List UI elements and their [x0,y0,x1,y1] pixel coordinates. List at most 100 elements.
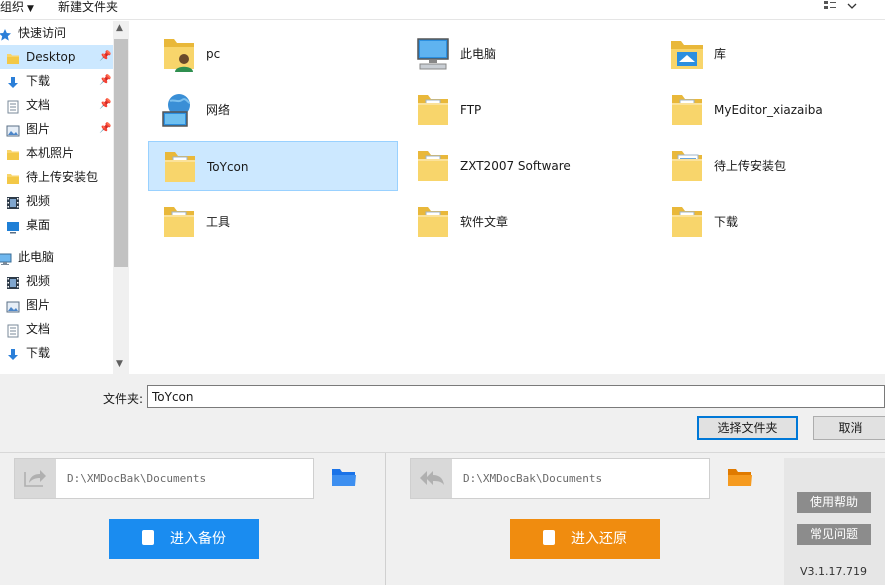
pin-icon: 📌 [99,123,112,134]
folder-icon [6,170,20,184]
nav-item[interactable]: 此电脑 [0,245,113,269]
document-icon [6,98,20,114]
folder-tile-label: 此电脑 [460,47,497,61]
folder-open-icon [332,469,356,486]
computer-icon [0,250,12,265]
folder-tile[interactable]: 工具 [148,197,398,247]
folder-tile[interactable]: 库 [656,29,885,79]
nav-item-label: 视频 [26,274,51,288]
backup-path-text: D:\XMDocBak\Documents [67,472,207,485]
folder-tile[interactable]: FTP [402,85,652,135]
picture-icon [6,122,20,137]
user-folder-icon [160,35,198,73]
scroll-down-icon[interactable]: ▼ [116,359,123,369]
backup-path-field[interactable]: D:\XMDocBak\Documents [14,458,314,499]
nav-scrollbar[interactable]: ▲ ▼ [113,21,129,374]
nav-item[interactable]: 文档 [0,317,113,341]
nav-item-label: 下载 [26,74,51,88]
faq-button[interactable]: 常见问题 [797,524,871,545]
nav-item[interactable]: 快速访问 [0,21,113,45]
dialog-footer: 文件夹: 选择文件夹 取消 [0,374,885,452]
nav-item[interactable]: 本机照片 [0,141,113,165]
folder-tile-label: ToYcon [207,160,249,174]
nav-item-label: 待上传安装包 [26,170,99,184]
new-folder-button[interactable]: 新建文件夹 [58,0,118,14]
share-icon-box [15,459,56,498]
nav-item-label: 快速访问 [18,26,67,40]
chevron-down-icon: ▼ [27,4,34,14]
folder-tile-label: 工具 [206,215,231,229]
folder-icon [668,203,706,241]
restore-browse-button[interactable] [727,466,753,488]
nav-item[interactable]: 视频 [0,269,113,293]
folder-tile-label: 库 [714,47,727,61]
nav-item-label: 本机照片 [26,146,75,160]
nav-item[interactable]: 下载 [0,341,113,365]
enter-backup-label: 进入备份 [170,531,226,547]
folder-tile[interactable]: 网络 [148,85,398,135]
nav-item-label: 文档 [26,98,51,112]
video-icon [6,274,20,289]
new-folder-label: 新建文件夹 [58,0,119,14]
cancel-button[interactable]: 取消 [813,416,885,440]
enter-restore-button[interactable]: 进入还原 [510,519,660,559]
document-icon [6,322,20,338]
nav-item-label: 文档 [26,322,51,336]
nav-item[interactable]: 待上传安装包 [0,165,113,189]
folder-tile[interactable]: MyEditor_xiazaiba [656,85,885,135]
nav-item[interactable]: 视频 [0,189,113,213]
network-icon [160,91,198,129]
select-folder-button[interactable]: 选择文件夹 [697,416,798,440]
folder-icon [6,146,20,160]
enter-restore-label: 进入还原 [571,531,627,547]
nav-item[interactable]: Desktop 📌 [0,45,113,69]
folder-tile[interactable]: 软件文章 [402,197,652,247]
help-button[interactable]: 使用帮助 [797,492,871,513]
navigation-pane: 快速访问 Desktop 📌 下载 📌 文档 📌 图片 📌 本机照片 待上传安装包 视频 桌面 此电脑 视频… [0,21,130,374]
restore-path-field[interactable]: D:\XMDocBak\Documents [410,458,710,499]
document-icon [142,530,154,545]
nav-item-label: 桌面 [26,218,51,232]
folder-icon [161,148,199,186]
backup-browse-button[interactable] [331,466,357,488]
folder-tile[interactable]: 此电脑 [402,29,652,79]
nav-item-label: 图片 [26,122,51,136]
side-panel: 使用帮助 常见问题 V3.1.17.719 [784,458,885,585]
nav-item[interactable]: 图片 [0,293,113,317]
folder-tile[interactable]: 下载 [656,197,885,247]
folder-tile[interactable]: ToYcon [148,141,398,191]
reply-all-icon [420,471,444,485]
folder-tile-label: 网络 [206,103,231,117]
view-list-icon [824,1,857,9]
panel-divider [385,453,386,585]
folder-tile-label: MyEditor_xiazaiba [714,103,823,117]
enter-backup-button[interactable]: 进入备份 [109,519,259,559]
folder-name-input[interactable] [147,385,885,408]
nav-item-label: 视频 [26,194,51,208]
folder-tile[interactable]: 待上传安装包 [656,141,885,191]
folder-icon [414,147,452,185]
nav-item[interactable]: 图片 📌 [0,117,113,141]
nav-item[interactable]: 桌面 [0,213,113,237]
organize-button[interactable]: 组织 ▼ [0,0,34,14]
view-options-button[interactable] [822,0,862,14]
folder-tile[interactable]: ZXT2007 Software [402,141,652,191]
computer-icon [414,35,452,73]
video-icon [6,194,20,209]
nav-item-label: Desktop [26,50,76,64]
nav-item-label: 此电脑 [18,250,55,264]
nav-item[interactable]: 文档 📌 [0,93,113,117]
nav-item[interactable]: 下载 📌 [0,69,113,93]
folder-tile-label: ZXT2007 Software [460,159,571,173]
version-label: V3.1.17.719 [800,565,868,578]
share-icon [24,470,46,487]
nav-scroll-thumb[interactable] [114,39,128,267]
folder-icon [160,203,198,241]
desktop-icon [6,218,20,234]
folder-grid: pc 此电脑 库网络 FTP MyEditor_xiazaiba ToYcon ZXT200… [130,21,885,374]
folder-tile-label: 软件文章 [460,215,509,229]
folder-icon [414,203,452,241]
scroll-up-icon[interactable]: ▲ [116,23,123,33]
folder-tile[interactable]: pc [148,29,398,79]
library-icon [668,35,706,73]
